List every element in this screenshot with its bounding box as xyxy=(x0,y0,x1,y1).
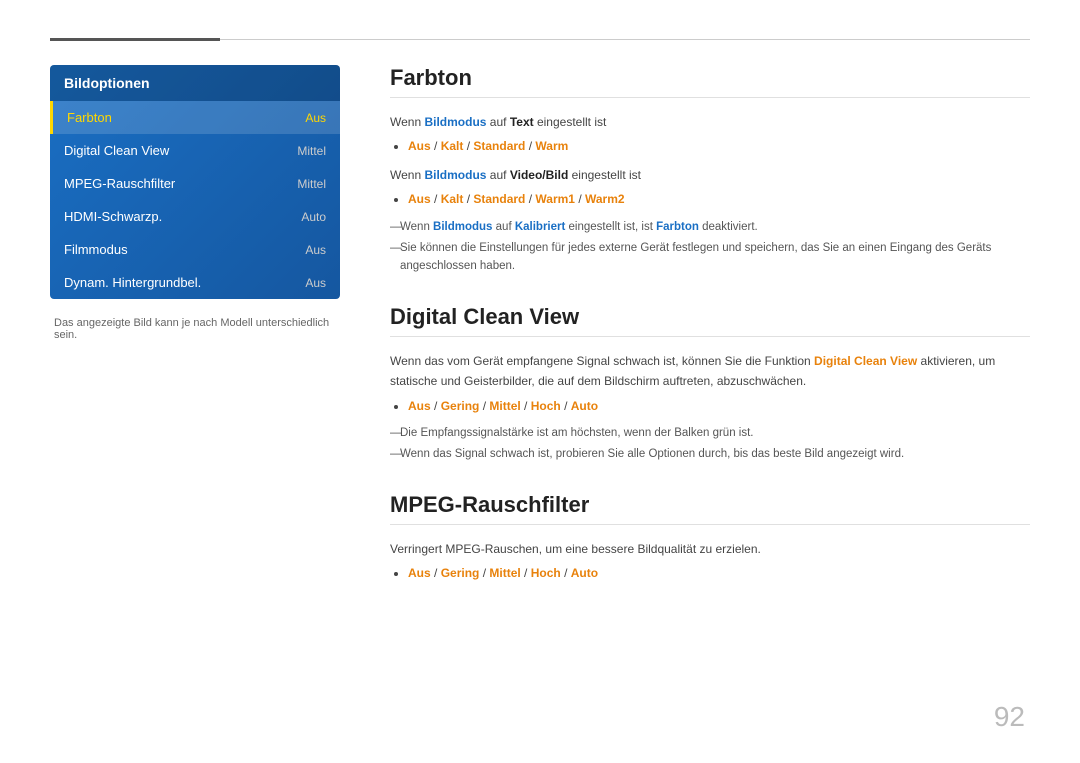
menu-item-digital-clean-view[interactable]: Digital Clean View Mittel xyxy=(50,134,340,167)
mpeg-options-text: Aus / Gering / Mittel / Hoch / Auto xyxy=(408,566,598,580)
farbton-text2: Wenn Bildmodus auf Video/Bild eingestell… xyxy=(390,165,1030,185)
menu-label-dcv: Digital Clean View xyxy=(64,143,169,158)
mpeg-options: Aus / Gering / Mittel / Hoch / Auto xyxy=(408,563,1030,583)
section-mpeg: MPEG-Rauschfilter Verringert MPEG-Rausch… xyxy=(390,492,1030,584)
menu-label-farbton: Farbton xyxy=(67,110,112,125)
menu-item-mpeg[interactable]: MPEG-Rauschfilter Mittel xyxy=(50,167,340,200)
menu-label-mpeg: MPEG-Rauschfilter xyxy=(64,176,175,191)
top-decoration xyxy=(50,38,1030,41)
farbton-note1: Wenn Bildmodus auf Kalibriert eingestell… xyxy=(390,218,1030,236)
dcv-link: Digital Clean View xyxy=(814,354,917,368)
menu-label-filmmodus: Filmmodus xyxy=(64,242,128,257)
menu-label-hdmi: HDMI-Schwarzp. xyxy=(64,209,162,224)
bildoptionen-menu: Bildoptionen Farbton Aus Digital Clean V… xyxy=(50,65,340,299)
menu-value-mpeg: Mittel xyxy=(297,177,326,191)
line-dark xyxy=(50,38,220,41)
menu-item-hdmi[interactable]: HDMI-Schwarzp. Auto xyxy=(50,200,340,233)
menu-label-dynam: Dynam. Hintergrundbel. xyxy=(64,275,201,290)
mpeg-options-list: Aus / Gering / Mittel / Hoch / Auto xyxy=(390,563,1030,583)
menu-value-dcv: Mittel xyxy=(297,144,326,158)
dcv-note2: Wenn das Signal schwach ist, probieren S… xyxy=(390,445,1030,463)
farbton-options1-list: Aus / Kalt / Standard / Warm xyxy=(390,136,1030,156)
dcv-options: Aus / Gering / Mittel / Hoch / Auto xyxy=(408,396,1030,416)
farbton-options2: Aus / Kalt / Standard / Warm1 / Warm2 xyxy=(408,189,1030,209)
left-panel: Bildoptionen Farbton Aus Digital Clean V… xyxy=(50,65,340,341)
farbton-note2: Sie können die Einstellungen für jedes e… xyxy=(390,239,1030,276)
right-content: Farbton Wenn Bildmodus auf Text eingeste… xyxy=(390,65,1030,611)
menu-value-farbton: Aus xyxy=(305,111,326,125)
section-body-farbton: Wenn Bildmodus auf Text eingestellt ist … xyxy=(390,112,1030,276)
farbton-text1: Wenn Bildmodus auf Text eingestellt ist xyxy=(390,112,1030,132)
farbton-video-bild: Video/Bild xyxy=(510,168,568,182)
mpeg-text1: Verringert MPEG-Rauschen, um eine besser… xyxy=(390,539,1030,559)
dcv-note1: Die Empfangssignalstärke ist am höchsten… xyxy=(390,424,1030,442)
page-number: 92 xyxy=(994,701,1025,733)
section-body-dcv: Wenn das vom Gerät empfangene Signal sch… xyxy=(390,351,1030,464)
left-panel-note: Das angezeigte Bild kann je nach Modell … xyxy=(50,317,340,341)
farbton-text-mode: Text xyxy=(510,115,534,129)
section-body-mpeg: Verringert MPEG-Rauschen, um eine besser… xyxy=(390,539,1030,584)
dcv-options-list: Aus / Gering / Mittel / Hoch / Auto xyxy=(390,396,1030,416)
section-title-dcv: Digital Clean View xyxy=(390,304,1030,337)
menu-value-dynam: Aus xyxy=(305,276,326,290)
farbton-options1-text: Aus / Kalt / Standard / Warm xyxy=(408,139,568,153)
farbton-bildmodus1: Bildmodus xyxy=(424,115,486,129)
section-title-farbton: Farbton xyxy=(390,65,1030,98)
section-title-mpeg: MPEG-Rauschfilter xyxy=(390,492,1030,525)
dcv-text1: Wenn das vom Gerät empfangene Signal sch… xyxy=(390,351,1030,392)
section-farbton: Farbton Wenn Bildmodus auf Text eingeste… xyxy=(390,65,1030,276)
menu-value-hdmi: Auto xyxy=(301,210,326,224)
bildoptionen-title: Bildoptionen xyxy=(50,65,340,101)
menu-item-dynam[interactable]: Dynam. Hintergrundbel. Aus xyxy=(50,266,340,299)
menu-value-filmmodus: Aus xyxy=(305,243,326,257)
farbton-options2-list: Aus / Kalt / Standard / Warm1 / Warm2 xyxy=(390,189,1030,209)
dcv-options-text: Aus / Gering / Mittel / Hoch / Auto xyxy=(408,399,598,413)
line-light xyxy=(220,39,1030,40)
section-dcv: Digital Clean View Wenn das vom Gerät em… xyxy=(390,304,1030,464)
farbton-bildmodus2: Bildmodus xyxy=(424,168,486,182)
farbton-options1: Aus / Kalt / Standard / Warm xyxy=(408,136,1030,156)
farbton-options2-text: Aus / Kalt / Standard / Warm1 / Warm2 xyxy=(408,192,625,206)
menu-item-filmmodus[interactable]: Filmmodus Aus xyxy=(50,233,340,266)
menu-item-farbton[interactable]: Farbton Aus xyxy=(50,101,340,134)
